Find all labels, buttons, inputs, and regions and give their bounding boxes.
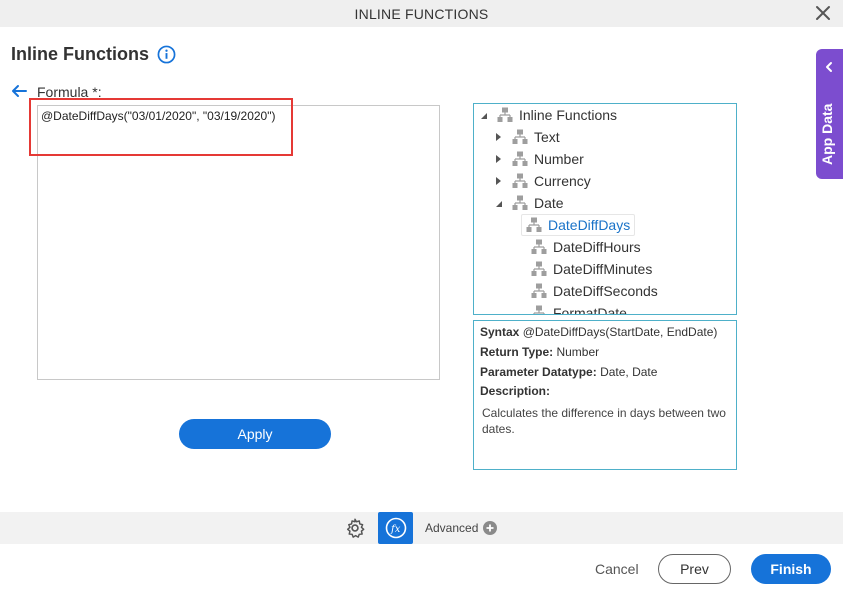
apply-button[interactable]: Apply	[179, 419, 331, 449]
dialog-titlebar: INLINE FUNCTIONS	[0, 0, 843, 27]
tree-label-datediffminutes: DateDiffMinutes	[553, 261, 653, 277]
close-icon[interactable]	[813, 3, 833, 23]
tree-node-icon	[497, 107, 513, 122]
param-datatype-value: Date, Date	[600, 365, 658, 379]
tree-label-datediffseconds: DateDiffSeconds	[553, 283, 658, 299]
plus-circle-icon[interactable]	[483, 521, 497, 535]
description-label: Description:	[480, 384, 551, 398]
description-line: Description:	[480, 384, 550, 398]
tree-node-icon	[531, 283, 547, 298]
page-heading: Inline Functions	[11, 44, 176, 65]
param-datatype-label: Parameter Datatype:	[480, 365, 597, 379]
caret-expanded-icon[interactable]	[494, 198, 504, 208]
cancel-button[interactable]: Cancel	[595, 561, 639, 577]
app-data-panel-toggle[interactable]: App Data	[816, 49, 843, 179]
prev-button[interactable]: Prev	[658, 554, 731, 584]
tree-node-number[interactable]: Number	[494, 148, 584, 170]
tree-item-formatdate[interactable]: FormatDate	[531, 302, 627, 315]
tree-label-date: Date	[534, 195, 564, 211]
tree-label-currency: Currency	[534, 173, 591, 189]
tree-node-icon	[512, 151, 528, 166]
tree-node-icon	[526, 217, 542, 232]
fx-button[interactable]: fx	[378, 512, 413, 544]
return-type-line: Return Type: Number	[480, 345, 599, 359]
tree-node-root[interactable]: Inline Functions	[479, 104, 617, 126]
bottom-toolbar: fx Advanced	[0, 512, 843, 544]
caret-collapsed-icon[interactable]	[494, 176, 504, 186]
formula-highlight-box	[29, 98, 293, 156]
tree-node-icon	[533, 305, 545, 314]
syntax-line: Syntax @DateDiffDays(StartDate, EndDate)	[480, 325, 717, 339]
app-data-label: App Data	[819, 103, 835, 165]
tree-node-icon	[531, 239, 547, 254]
tree-item-datediffseconds[interactable]: DateDiffSeconds	[531, 280, 658, 302]
tree-label-datediffdays: DateDiffDays	[548, 217, 631, 233]
tree-node-currency[interactable]: Currency	[494, 170, 591, 192]
back-arrow-icon[interactable]	[10, 83, 28, 99]
info-icon[interactable]	[157, 45, 176, 64]
param-datatype-line: Parameter Datatype: Date, Date	[480, 365, 657, 379]
tree-node-icon	[512, 195, 528, 210]
gear-icon[interactable]	[344, 517, 366, 539]
advanced-toggle[interactable]: Advanced	[425, 521, 478, 535]
return-type-value: Number	[556, 345, 600, 359]
tree-root-label: Inline Functions	[519, 107, 618, 123]
tree-label-datediffhours: DateDiffHours	[553, 239, 641, 255]
fx-icon: fx	[385, 517, 406, 539]
tree-label-formatdate: FormatDate	[553, 305, 627, 315]
function-description: Syntax @DateDiffDays(StartDate, EndDate)…	[473, 320, 737, 470]
tree-label-text: Text	[534, 129, 560, 145]
syntax-value: @DateDiffDays(StartDate, EndDate)	[522, 325, 718, 339]
tree-item-datediffminutes[interactable]: DateDiffMinutes	[531, 258, 652, 280]
tree-label-number: Number	[534, 151, 584, 167]
tree-item-datediffdays[interactable]: DateDiffDays	[521, 214, 636, 236]
finish-button[interactable]: Finish	[751, 554, 831, 584]
caret-collapsed-icon[interactable]	[494, 154, 504, 164]
syntax-label: Syntax	[480, 325, 520, 339]
tree-node-icon	[512, 129, 528, 144]
svg-text:fx: fx	[390, 524, 401, 535]
tree-item-datediffhours[interactable]: DateDiffHours	[531, 236, 641, 258]
caret-expanded-icon[interactable]	[479, 110, 489, 120]
tree-node-icon	[531, 261, 547, 276]
tree-node-icon	[512, 173, 528, 188]
tree-node-text[interactable]: Text	[494, 126, 560, 148]
return-type-label: Return Type:	[480, 345, 554, 359]
caret-collapsed-icon[interactable]	[494, 132, 504, 142]
tree-node-date[interactable]: Date	[494, 192, 564, 214]
page-title: Inline Functions	[11, 44, 149, 64]
function-tree[interactable]: Inline Functions Text Number Currency Da…	[473, 103, 737, 315]
description-text: Calculates the difference in days betwee…	[482, 406, 726, 436]
dialog-title: INLINE FUNCTIONS	[354, 5, 489, 22]
chevron-left-icon	[826, 62, 832, 72]
